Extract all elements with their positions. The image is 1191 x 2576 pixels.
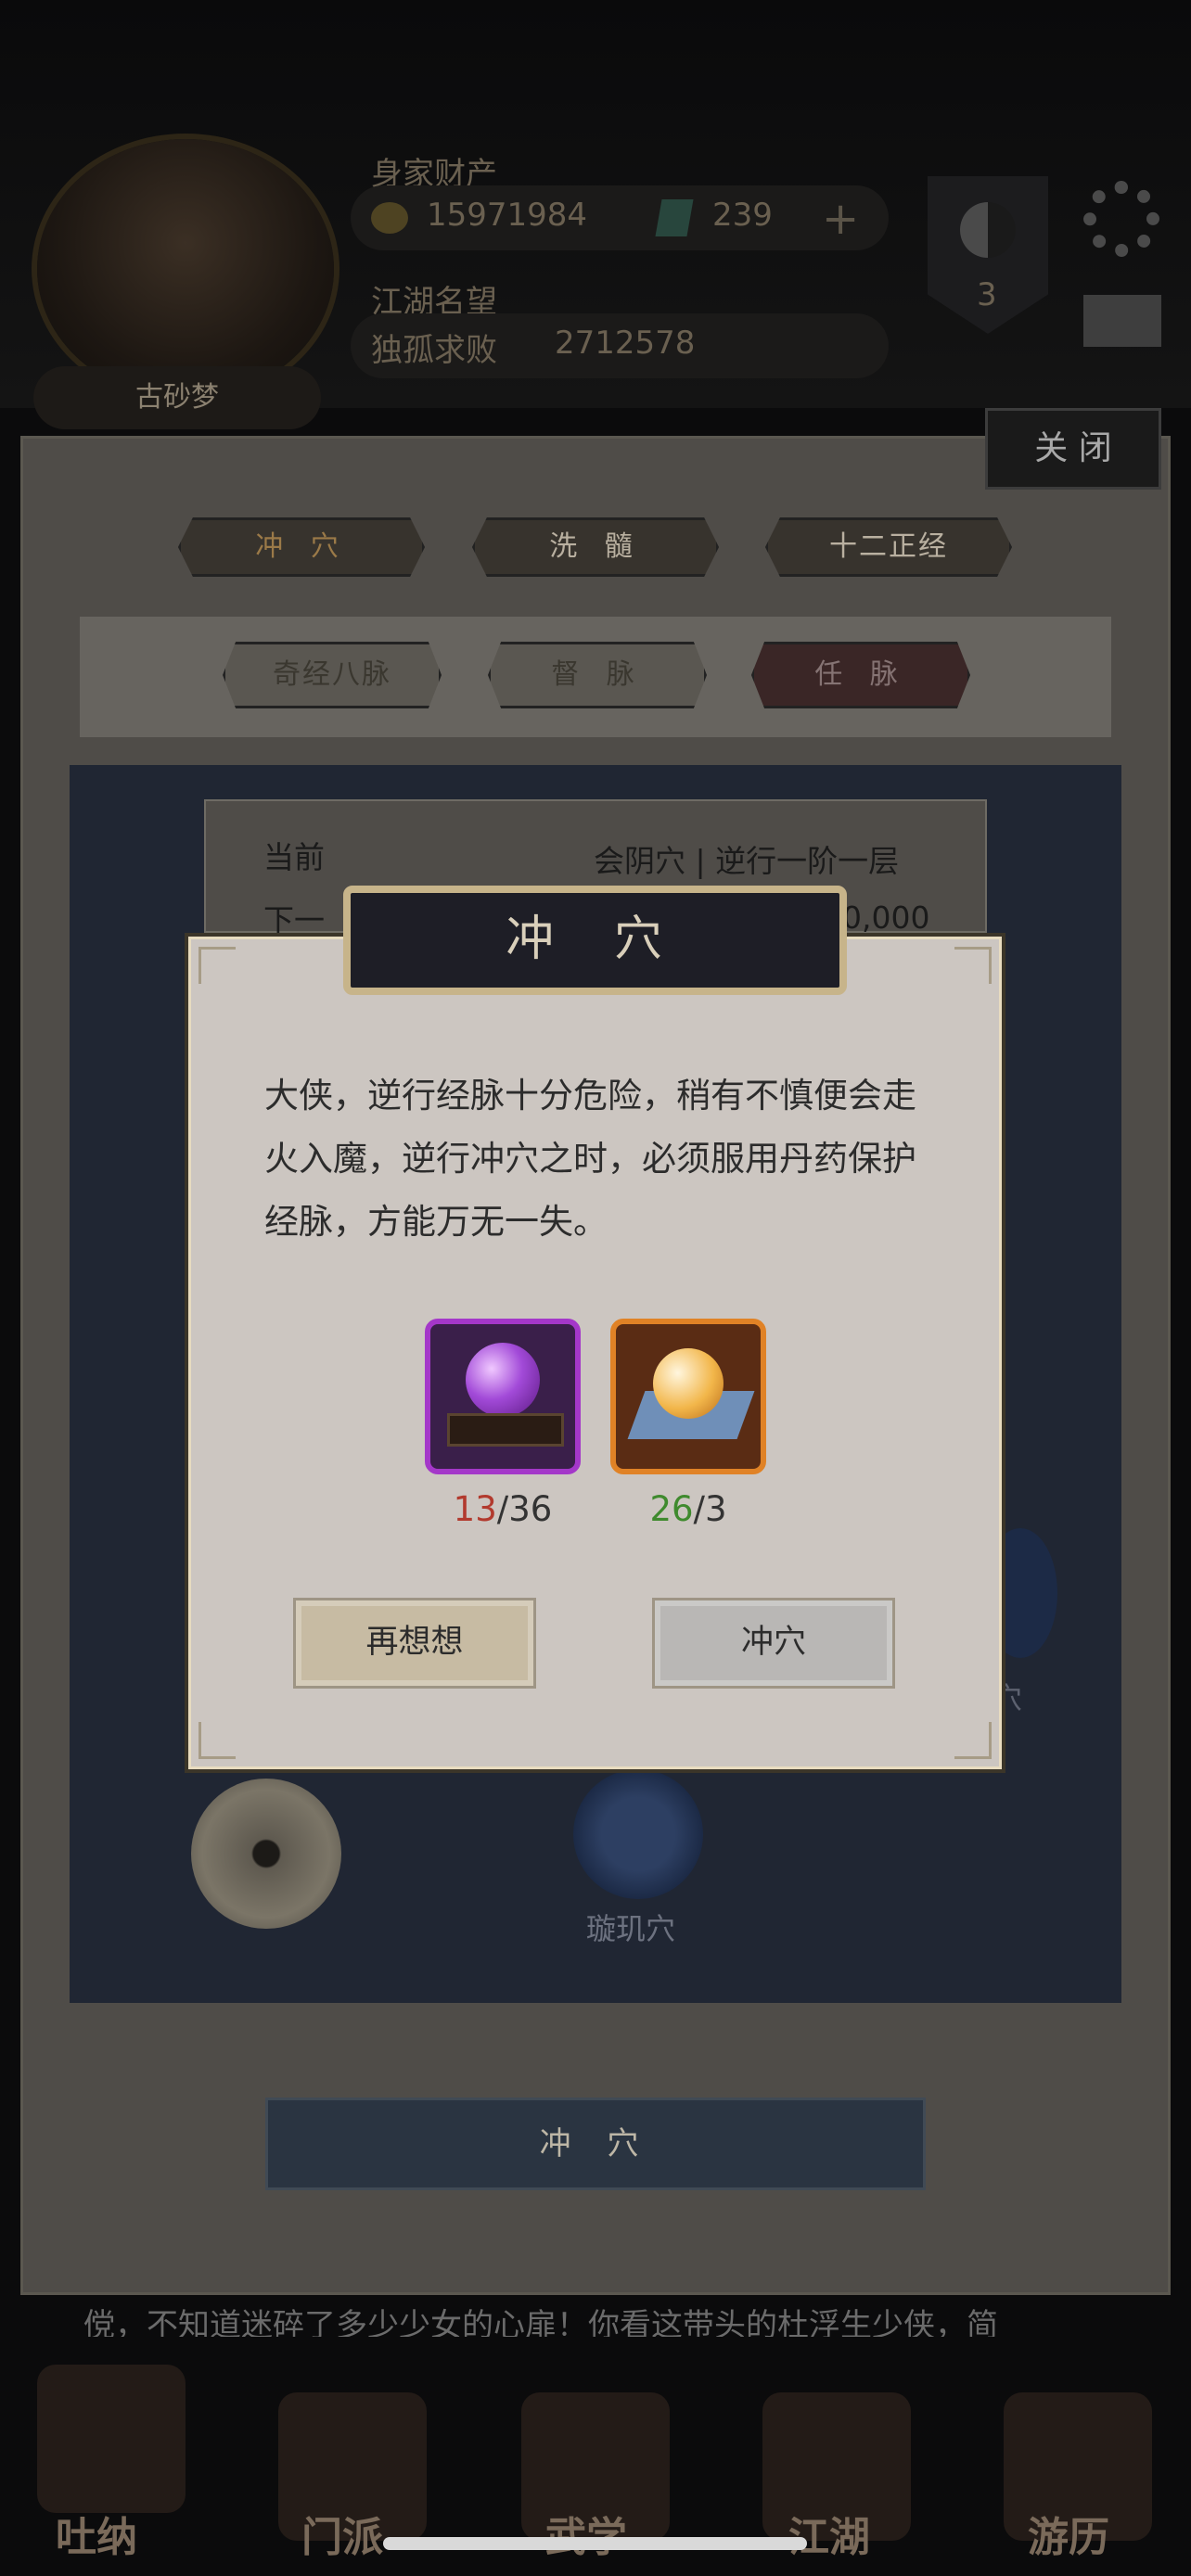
info-next-value: 0,000	[842, 899, 930, 936]
fame-value: 2712578	[555, 325, 696, 362]
purple-orb-count: 13/36	[453, 1489, 553, 1529]
nav-travel-label[interactable]: 游历	[1028, 2504, 1109, 2563]
info-current-label: 当前	[263, 839, 325, 875]
gold-icon	[371, 202, 408, 234]
nav-martial-label[interactable]: 武学	[545, 2504, 627, 2563]
jade-icon	[655, 199, 694, 236]
cancel-button[interactable]: 再想想	[293, 1598, 536, 1689]
dialog-title: 冲 穴	[343, 886, 847, 995]
corner-ornament	[954, 947, 992, 984]
info-next-label: 下一	[263, 902, 325, 938]
player-name: 古砂梦	[33, 366, 321, 429]
home-indicator[interactable]	[383, 2537, 807, 2550]
player-avatar[interactable]	[37, 139, 334, 399]
sun-node-icon[interactable]	[191, 1779, 341, 1929]
fame-title: 独孤求败	[371, 332, 497, 369]
add-currency-button[interactable]: +	[822, 193, 859, 245]
golden-pill-icon[interactable]	[610, 1319, 766, 1474]
dialog-message: 大侠，逆行经脉十分危险，稍有不慎便会走火入魔，逆行冲穴之时，必须服用丹药保护经脉…	[264, 1076, 916, 1242]
settings-gear-icon[interactable]	[1083, 181, 1159, 257]
nav-sect-label[interactable]: 门派	[301, 2504, 383, 2563]
rank-level: 3	[977, 276, 997, 313]
corner-ornament	[198, 1722, 236, 1759]
close-button[interactable]: 关 闭	[985, 408, 1161, 490]
gold-amount: 15971984	[427, 197, 588, 234]
subtab-du-mai[interactable]: 督 脉	[488, 642, 707, 708]
nav-breathing-label[interactable]: 吐纳	[56, 2504, 137, 2563]
node-label-xuanji: 璇玑穴	[586, 1911, 676, 1946]
subtab-ren-mai[interactable]: 任 脉	[751, 642, 970, 708]
corner-ornament	[954, 1722, 992, 1759]
info-current-value: 会阴穴 | 逆行一阶一层	[594, 843, 900, 879]
corner-ornament	[198, 947, 236, 984]
nav-jianghu-label[interactable]: 江湖	[788, 2504, 870, 2563]
yin-yang-icon	[960, 202, 1016, 258]
breakthrough-button[interactable]: 冲 穴	[265, 2098, 926, 2190]
mail-icon[interactable]	[1083, 295, 1161, 347]
subtab-extraordinary[interactable]: 奇经八脉	[223, 642, 442, 708]
golden-pill-count: 26/3	[649, 1489, 727, 1529]
confirm-breakthrough-button[interactable]: 冲穴	[652, 1598, 895, 1689]
jade-amount: 239	[712, 197, 773, 234]
nav-breathing-icon[interactable]	[37, 2365, 186, 2513]
tab-acupoint[interactable]: 冲 穴	[178, 517, 425, 577]
tab-twelve-meridians[interactable]: 十二正经	[765, 517, 1012, 577]
yin-yang-node-icon[interactable]	[573, 1769, 703, 1899]
purple-orb-icon[interactable]	[425, 1319, 581, 1474]
tab-marrow[interactable]: 洗 髓	[472, 517, 719, 577]
